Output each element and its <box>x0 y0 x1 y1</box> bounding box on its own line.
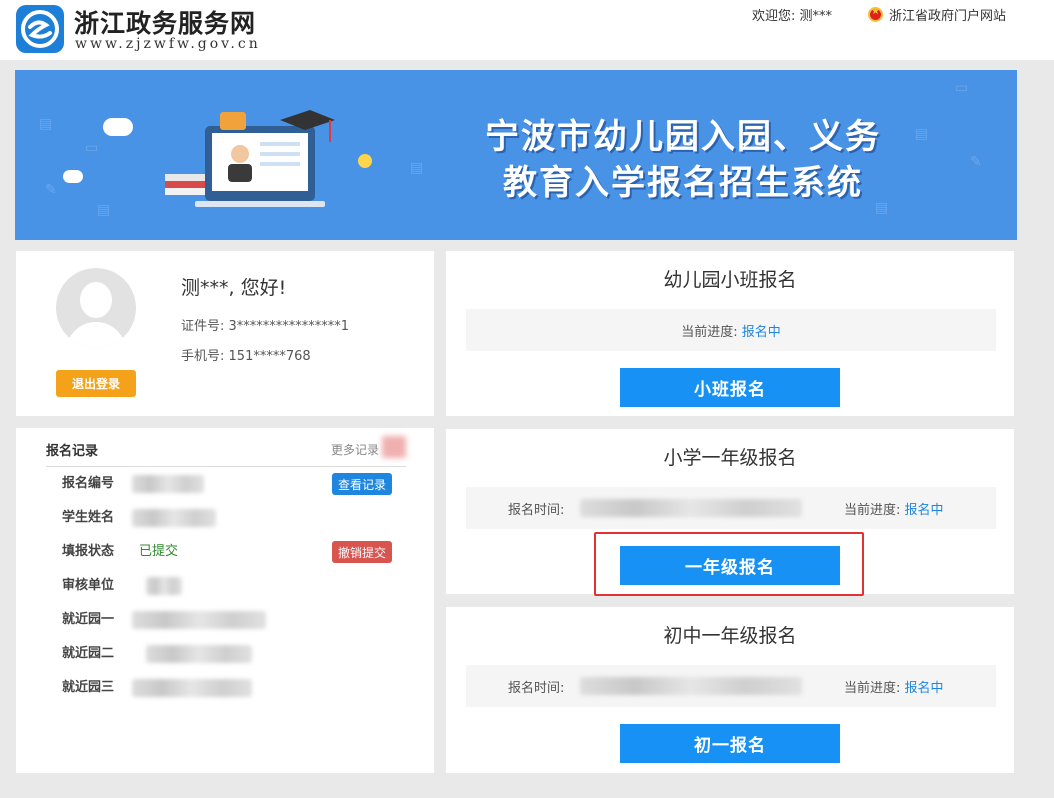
progress-value: 报名中 <box>904 681 944 696</box>
phone-line: 手机号: 151*****768 <box>181 345 311 364</box>
registration-records-card: 报名记录 更多记录 报名编号 查看记录 学生姓名 填报状态 已提交 撤销提交 审… <box>16 428 434 773</box>
record-label: 审核单位 <box>62 578 115 593</box>
decor-icon: ✎ <box>45 182 57 198</box>
registration-status-bar: 当前进度: 报名中 <box>466 309 996 351</box>
progress-label: 当前进度: <box>681 325 738 340</box>
redacted-area <box>382 436 406 458</box>
decor-icon: ▭ <box>955 80 969 96</box>
avatar-shoulders <box>66 322 126 348</box>
redacted-value <box>132 475 204 493</box>
decor-icon: ▤ <box>39 116 53 132</box>
record-row-student-name: 学生姓名 <box>62 507 402 529</box>
redacted-registration-time <box>580 677 802 695</box>
id-label: 证件号: <box>181 319 225 334</box>
avatar-head <box>80 282 112 318</box>
banner-title-line1: 宁波市幼儿园入园、义务 <box>485 117 881 157</box>
redacted-value <box>146 645 252 663</box>
more-records-link[interactable]: 更多记录 <box>331 441 379 458</box>
cloud-icon <box>63 170 83 183</box>
kindergarten-register-button[interactable]: 小班报名 <box>620 368 840 407</box>
provincial-portal-link[interactable]: 浙江省政府门户网站 <box>868 5 1006 24</box>
registration-status-bar: 报名时间: 当前进度: 报名中 <box>466 487 996 529</box>
record-row-review-unit: 审核单位 <box>62 575 402 597</box>
online-education-illustration <box>165 110 372 207</box>
registration-status-bar: 报名时间: 当前进度: 报名中 <box>466 665 996 707</box>
id-number-line: 证件号: 3****************1 <box>181 315 349 334</box>
registration-title: 幼儿园小班报名 <box>663 269 797 291</box>
registration-time-label: 报名时间: <box>508 681 565 696</box>
progress-line: 当前进度: 报名中 <box>844 677 944 696</box>
user-greeting: 测***, 您好! <box>181 277 287 299</box>
site-title[interactable]: 浙江政务服务网 <box>74 4 256 40</box>
junior-register-button[interactable]: 初一报名 <box>620 724 840 763</box>
phone-label: 手机号: <box>181 349 225 364</box>
decor-icon: ✎ <box>970 154 982 170</box>
id-value: 3****************1 <box>228 319 350 334</box>
welcome-text: 欢迎您: 测*** <box>752 9 833 24</box>
phone-value: 151*****768 <box>228 349 311 364</box>
redacted-value <box>132 509 216 527</box>
avatar <box>56 268 136 348</box>
record-label: 就近园三 <box>62 680 115 695</box>
record-label: 就近园一 <box>62 612 115 627</box>
records-title: 报名记录 <box>46 444 99 459</box>
record-row-status: 填报状态 已提交 撤销提交 <box>62 541 402 563</box>
progress-value: 报名中 <box>741 325 781 340</box>
view-record-button[interactable]: 查看记录 <box>332 473 392 495</box>
record-status-value: 已提交 <box>139 544 179 559</box>
progress-value: 报名中 <box>904 503 944 518</box>
junior-high-registration-card: 初中一年级报名 报名时间: 当前进度: 报名中 初一报名 <box>446 607 1014 773</box>
progress-line: 当前进度: 报名中 <box>466 321 996 340</box>
record-row-number: 报名编号 查看记录 <box>62 473 402 495</box>
top-header: 浙江政务服务网 www.zjzwfw.gov.cn 欢迎您: 测*** 浙江省政… <box>0 0 1054 60</box>
progress-label: 当前进度: <box>844 503 901 518</box>
system-banner: ▤ ▭ ✎ ▤ ▤ ▤ ▭ ✎ ▤ 宁波市幼儿园入园、义务 教育入学报名招生系统 <box>15 70 1017 240</box>
redacted-value <box>146 577 182 595</box>
cancel-submission-button[interactable]: 撤销提交 <box>332 541 392 563</box>
registration-title: 小学一年级报名 <box>663 447 797 469</box>
site-url: www.zjzwfw.gov.cn <box>75 36 261 52</box>
record-label: 就近园二 <box>62 646 115 661</box>
redacted-value <box>132 611 266 629</box>
registration-title: 初中一年级报名 <box>663 625 797 647</box>
kindergarten-registration-card: 幼儿园小班报名 当前进度: 报名中 小班报名 <box>446 251 1014 416</box>
banner-title-line2: 教育入学报名招生系统 <box>503 163 863 203</box>
cloud-icon <box>103 118 133 136</box>
record-label: 报名编号 <box>62 476 115 491</box>
record-row-nearby-3: 就近园三 <box>62 677 402 699</box>
record-label: 填报状态 <box>62 544 115 559</box>
registration-time-line: 报名时间: <box>508 677 564 696</box>
national-emblem-icon <box>868 6 883 22</box>
registration-time-line: 报名时间: <box>508 499 564 518</box>
registration-time-label: 报名时间: <box>508 503 565 518</box>
decor-icon: ▤ <box>410 160 424 176</box>
banner-title: 宁波市幼儿园入园、义务 教育入学报名招生系统 <box>453 114 913 206</box>
decor-icon: ▤ <box>97 202 111 218</box>
divider <box>46 466 406 467</box>
user-profile-card: 退出登录 测***, 您好! 证件号: 3****************1 手… <box>16 251 434 416</box>
decor-icon: ▤ <box>915 126 929 142</box>
redacted-registration-time <box>580 499 802 517</box>
highlight-box <box>594 532 864 596</box>
record-row-nearby-1: 就近园一 <box>62 609 402 631</box>
record-label: 学生姓名 <box>62 510 115 525</box>
site-logo-icon[interactable] <box>16 5 64 53</box>
record-row-nearby-2: 就近园二 <box>62 643 402 665</box>
logout-button[interactable]: 退出登录 <box>56 370 136 397</box>
portal-link-label: 浙江省政府门户网站 <box>889 9 1007 24</box>
decor-icon: ▭ <box>85 140 99 156</box>
progress-label: 当前进度: <box>844 681 901 696</box>
progress-line: 当前进度: 报名中 <box>844 499 944 518</box>
redacted-value <box>132 679 252 697</box>
